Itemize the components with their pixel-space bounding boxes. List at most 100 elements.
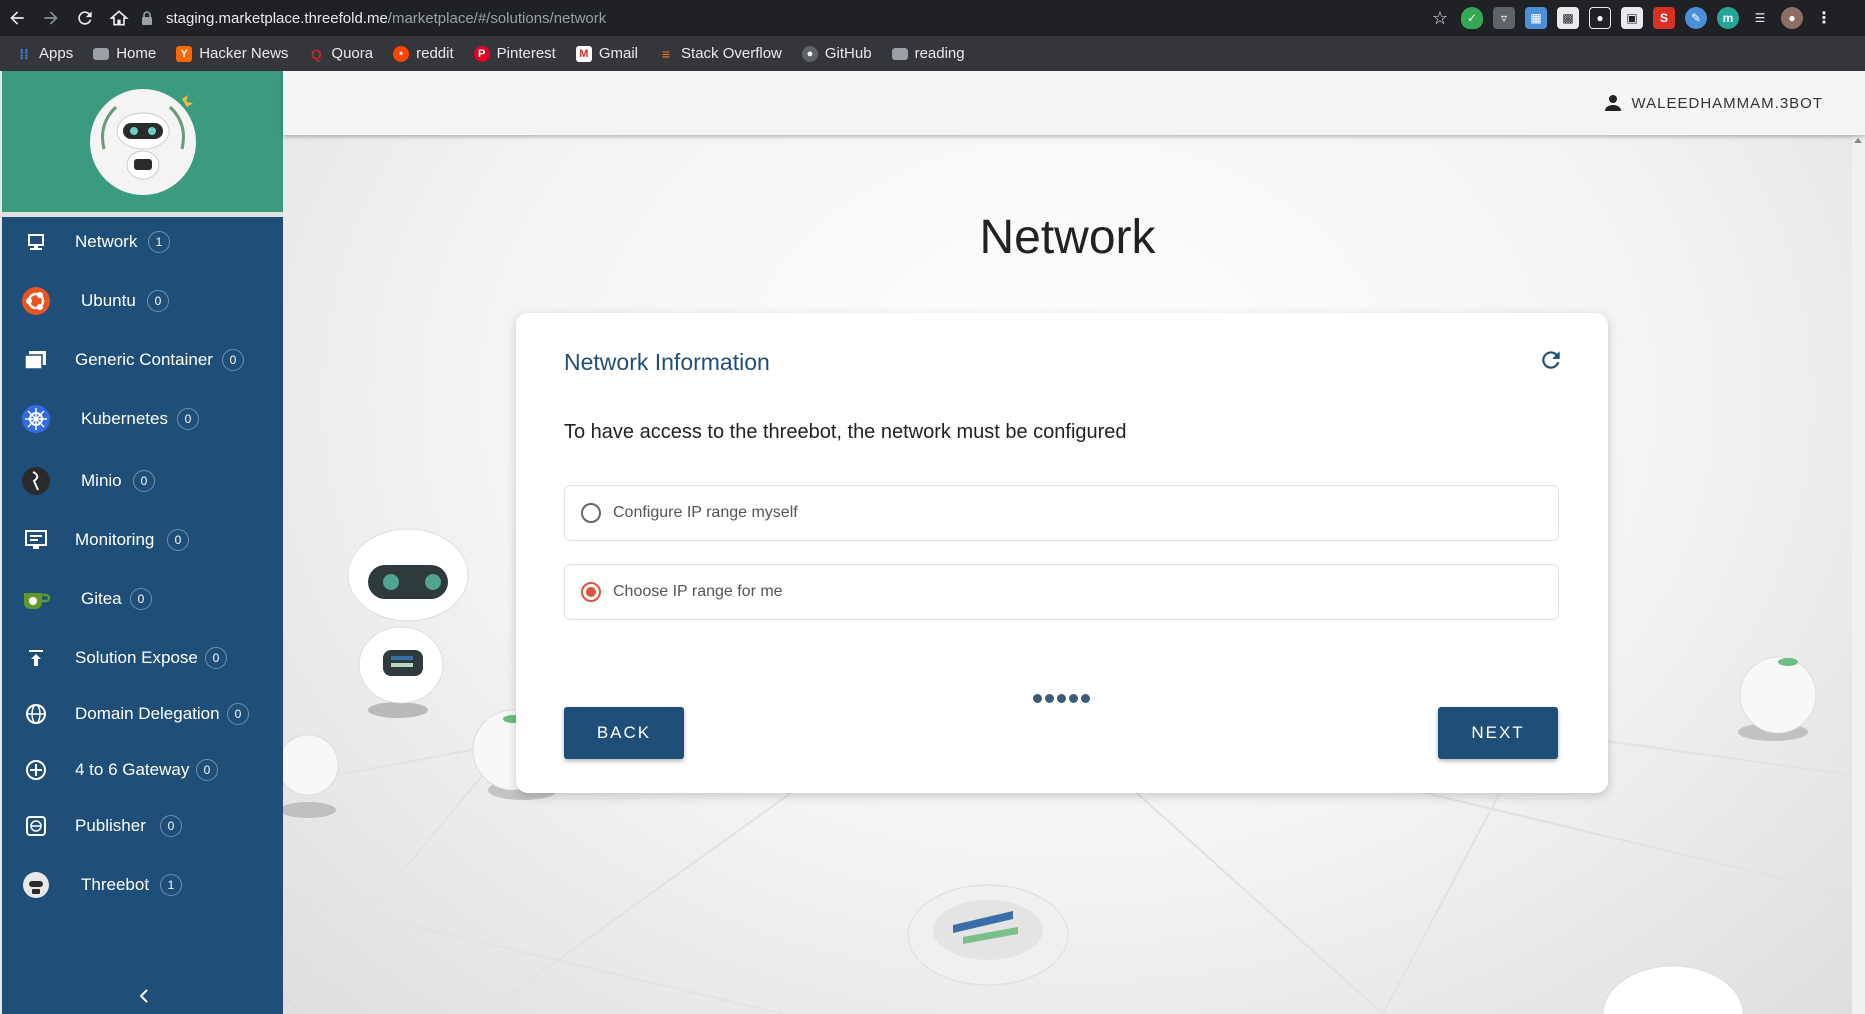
feather-extension-icon[interactable]: ✎ xyxy=(1685,7,1707,29)
username: WALEEDHAMMAM.3BOT xyxy=(1631,94,1823,112)
sidebar-item-count: 0 xyxy=(205,647,227,669)
gateway-icon xyxy=(20,754,52,786)
pocket-extension-icon[interactable]: ▿ xyxy=(1493,7,1515,29)
back-arrow-icon[interactable] xyxy=(0,0,34,36)
expose-icon xyxy=(20,642,52,674)
hacker-news-icon: Y xyxy=(176,45,193,62)
network-icon xyxy=(20,226,52,258)
threebot-icon xyxy=(20,869,52,901)
sidebar-item-domain-delegation[interactable]: Domain Delegation 0 xyxy=(2,689,283,739)
threebot-logo[interactable] xyxy=(89,88,196,195)
option-label: Choose IP range for me xyxy=(613,583,783,600)
shield-extension-icon[interactable]: ✓ xyxy=(1461,7,1483,29)
bookmark-stack-overflow[interactable]: ≡ Stack Overflow xyxy=(658,45,782,62)
sidebar-item-label: Minio xyxy=(81,471,122,490)
option-choose-ip-range[interactable]: Choose IP range for me xyxy=(564,564,1559,620)
sidebar-item-label: Monitoring xyxy=(75,530,155,549)
sidebar: Network 1 Ubuntu 0 Generic Container 0 K… xyxy=(2,71,283,1014)
sidebar-item-network[interactable]: Network 1 xyxy=(2,217,283,267)
browser-toolbar: staging.marketplace.threefold.me/marketp… xyxy=(0,0,1865,36)
sidebar-item-label: Network xyxy=(75,232,138,251)
sidebar-item-count: 0 xyxy=(222,349,244,371)
page-scrollbar[interactable] xyxy=(1852,135,1865,1014)
bookmarks-bar: ⁞⁞ Apps Home Y Hacker News Q Quora • reddit … xyxy=(0,36,1865,71)
sidebar-item-label: Solution Expose xyxy=(75,648,198,667)
lock-icon xyxy=(142,11,152,25)
option-label: Configure IP range myself xyxy=(613,504,798,521)
sidebar-item-solution-expose[interactable]: Solution Expose 0 xyxy=(2,633,283,683)
address-bar[interactable]: staging.marketplace.threefold.me/marketp… xyxy=(140,4,1430,32)
bookmark-gmail[interactable]: M Gmail xyxy=(575,45,638,62)
page-title: Network xyxy=(979,211,1156,264)
monitoring-icon xyxy=(20,524,52,556)
stack-overflow-icon: ≡ xyxy=(661,45,671,62)
sidebar-item-publisher[interactable]: Publisher 0 xyxy=(2,801,283,851)
step-progress-dots xyxy=(1033,694,1090,703)
scroll-up-arrow-icon[interactable] xyxy=(1854,138,1862,143)
sidebar-item-count: 0 xyxy=(160,815,182,837)
bookmark-apps[interactable]: ⁞⁞ Apps xyxy=(16,45,73,62)
sidebar-item-ubuntu[interactable]: Ubuntu 0 xyxy=(2,276,283,326)
logo-area xyxy=(2,71,283,217)
publisher-icon xyxy=(20,810,52,842)
quora-icon: Q xyxy=(310,45,322,62)
apps-grid-icon: ⁞⁞ xyxy=(19,45,29,62)
bookmark-reading[interactable]: reading xyxy=(891,45,965,62)
s-extension-icon[interactable]: S xyxy=(1653,7,1675,29)
next-button[interactable]: NEXT xyxy=(1438,707,1558,759)
qr-extension-icon[interactable]: ▩ xyxy=(1557,7,1579,29)
reading-list-icon[interactable]: ☰ xyxy=(1749,7,1771,29)
back-button[interactable]: BACK xyxy=(564,707,684,759)
user-menu[interactable]: WALEEDHAMMAM.3BOT xyxy=(1604,94,1823,112)
option-configure-ip-range[interactable]: Configure IP range myself xyxy=(564,485,1559,541)
refresh-icon[interactable] xyxy=(1538,347,1564,373)
menu-dots-icon[interactable]: ⋮ xyxy=(1813,7,1835,29)
extension-blue-icon[interactable]: ▦ xyxy=(1525,7,1547,29)
progress-dot xyxy=(1069,694,1078,703)
sidebar-item-minio[interactable]: Minio 0 xyxy=(2,456,283,506)
sidebar-item-threebot[interactable]: Threebot 1 xyxy=(2,860,283,910)
minio-icon xyxy=(20,465,52,497)
gitea-icon xyxy=(20,583,52,615)
bookmark-github[interactable]: ● GitHub xyxy=(801,45,872,62)
github-extension-icon[interactable]: ● xyxy=(1589,7,1611,29)
sidebar-item-monitoring[interactable]: Monitoring 0 xyxy=(2,515,283,565)
progress-dot xyxy=(1033,694,1042,703)
bookmark-home[interactable]: Home xyxy=(93,45,156,62)
radio-checked-icon[interactable] xyxy=(581,582,601,602)
sidebar-item-count: 1 xyxy=(148,231,170,253)
sidebar-item-count: 0 xyxy=(133,470,155,492)
bookmark-reddit[interactable]: • reddit xyxy=(393,45,454,62)
sidebar-item-count: 0 xyxy=(130,588,152,610)
sidebar-item-label: Domain Delegation xyxy=(75,704,220,723)
collapse-sidebar-chevron-icon[interactable] xyxy=(132,984,156,1008)
m-extension-icon[interactable]: m xyxy=(1717,7,1739,29)
app-header: WALEEDHAMMAM.3BOT xyxy=(283,71,1865,135)
sidebar-item-count: 1 xyxy=(160,874,182,896)
card-title: Network Information xyxy=(564,349,770,375)
bookmark-quora[interactable]: Q Quora xyxy=(308,45,373,62)
progress-dot xyxy=(1081,694,1090,703)
bookmark-pinterest[interactable]: P Pinterest xyxy=(473,45,556,62)
gmail-icon: M xyxy=(575,45,592,62)
tab-extension-icon[interactable]: ▣ xyxy=(1621,7,1643,29)
sidebar-item-generic-container[interactable]: Generic Container 0 xyxy=(2,335,283,385)
globe-icon xyxy=(20,698,52,730)
threebot-robot-icon xyxy=(100,94,193,179)
sidebar-item-kubernetes[interactable]: Kubernetes 0 xyxy=(2,394,283,444)
reload-icon[interactable] xyxy=(68,0,102,36)
home-icon[interactable] xyxy=(102,0,136,36)
sidebar-item-count: 0 xyxy=(167,529,189,551)
sidebar-item-4to6-gateway[interactable]: 4 to 6 Gateway 0 xyxy=(2,745,283,795)
sidebar-item-gitea[interactable]: Gitea 0 xyxy=(2,574,283,624)
sidebar-item-count: 0 xyxy=(177,408,199,430)
star-bookmark-icon[interactable]: ☆ xyxy=(1429,7,1451,29)
forward-arrow-icon[interactable] xyxy=(34,0,68,36)
sidebar-item-label: Gitea xyxy=(81,589,122,608)
bookmark-hacker-news[interactable]: Y Hacker News xyxy=(176,45,288,62)
profile-avatar-icon[interactable]: ● xyxy=(1781,7,1803,29)
radio-unchecked-icon[interactable] xyxy=(581,503,601,523)
url-host: staging.marketplace.threefold.me xyxy=(166,9,388,27)
ubuntu-icon xyxy=(20,285,52,317)
sidebar-item-label: 4 to 6 Gateway xyxy=(75,760,190,779)
